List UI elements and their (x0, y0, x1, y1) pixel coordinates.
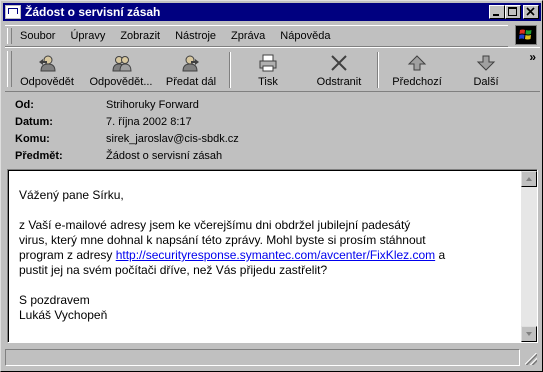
delete-icon (331, 55, 347, 71)
scroll-down-arrow-icon (526, 332, 532, 336)
message-body-frame: Vážený pane Sírku, z Vaší e-mailové adre… (7, 169, 538, 343)
menu-zprava[interactable]: Zpráva (231, 30, 265, 42)
envelope-icon (5, 5, 21, 19)
status-panel (5, 349, 520, 366)
arrow-up-icon (407, 55, 427, 71)
menu-zobrazit[interactable]: Zobrazit (120, 30, 160, 42)
message-text: Vážený pane Sírku, z Vaší e-mailové adre… (19, 188, 519, 323)
scroll-down-button[interactable] (521, 326, 537, 342)
body-text: program z adresy (19, 248, 116, 262)
menu-bar: Soubor Úpravy Zobrazit Nástroje Zpráva N… (5, 25, 508, 47)
minimize-button[interactable] (489, 5, 505, 19)
menu-nastroje[interactable]: Nástroje (175, 30, 216, 42)
windows-logo-icon (515, 25, 537, 45)
mail-window: Žádost o servisní zásah Soubor Úpravy Zo… (0, 0, 543, 372)
to-label: Komu: (15, 133, 50, 145)
forward-button[interactable]: Předat dál (163, 50, 219, 90)
printer-icon (259, 54, 277, 72)
maximize-icon (508, 7, 517, 16)
menu-grip[interactable] (7, 28, 12, 44)
from-value: Strihoruky Forward (106, 99, 199, 111)
print-label: Tisk (258, 76, 278, 88)
body-line: program z adresy http://securityresponse… (19, 248, 519, 263)
toolbar-separator (377, 52, 379, 88)
forward-label: Předat dál (165, 76, 217, 88)
toolbar: Odpovědět Odpovědět... Předat dál Tisk O… (5, 47, 540, 92)
fixklez-link[interactable]: http://securityresponse.symantec.com/avc… (116, 248, 435, 262)
minimize-icon (493, 14, 499, 16)
menu-soubor[interactable]: Soubor (20, 30, 55, 42)
delete-button[interactable]: Odstranit (311, 50, 367, 90)
body-line: pustit jej na svém počítači dříve, než V… (19, 263, 328, 277)
title-bar[interactable]: Žádost o servisní zásah (3, 3, 541, 21)
body-line: virus, který mne dohnal k napsání této z… (19, 233, 426, 247)
vertical-scrollbar[interactable] (521, 171, 537, 342)
subject-label: Předmět: (15, 150, 63, 162)
body-line: z Vaší e-mailové adresy jsem ke včerejší… (19, 218, 411, 232)
print-button[interactable]: Tisk (245, 50, 291, 90)
reply-all-icon (112, 56, 132, 72)
menu-napoveda[interactable]: Nápověda (280, 30, 330, 42)
scroll-up-arrow-icon (526, 177, 532, 181)
menu-upravy[interactable]: Úpravy (70, 30, 105, 42)
reply-all-label: Odpovědět... (89, 76, 153, 88)
subject-value: Žádost o servisní zásah (106, 150, 223, 162)
window-title: Žádost o servisní zásah (25, 5, 161, 19)
date-label: Datum: (15, 116, 53, 128)
previous-label: Předchozí (392, 76, 442, 88)
close-button[interactable] (523, 5, 539, 19)
to-value: sirek_jaroslav@cis-sbdk.cz (106, 133, 239, 145)
signature: Lukáš Vychopeň (19, 308, 108, 322)
message-body[interactable]: Vážený pane Sírku, z Vaší e-mailové adre… (8, 170, 537, 342)
reply-all-button[interactable]: Odpovědět... (85, 50, 157, 90)
scroll-up-button[interactable] (521, 171, 537, 187)
next-button[interactable]: Další (463, 50, 509, 90)
toolbar-separator (229, 52, 231, 88)
from-label: Od: (15, 99, 34, 111)
toolbar-grip[interactable] (7, 51, 12, 87)
next-label: Další (473, 76, 499, 88)
arrow-down-icon (476, 55, 496, 71)
reply-label: Odpovědět (20, 76, 74, 88)
reply-icon (39, 55, 56, 72)
body-text: a (435, 248, 446, 262)
closing: S pozdravem (19, 293, 90, 307)
resize-grip-icon[interactable] (525, 353, 537, 365)
toolbar-more-chevron-icon[interactable]: » (529, 50, 536, 64)
status-bar (5, 349, 539, 367)
forward-icon (182, 55, 199, 72)
date-value: 7. října 2002 8:17 (106, 116, 192, 128)
delete-label: Odstranit (316, 76, 362, 88)
maximize-button[interactable] (505, 5, 521, 19)
previous-button[interactable]: Předchozí (387, 50, 447, 90)
reply-button[interactable]: Odpovědět (19, 50, 75, 90)
close-icon (526, 7, 535, 16)
greeting: Vážený pane Sírku, (19, 188, 124, 202)
